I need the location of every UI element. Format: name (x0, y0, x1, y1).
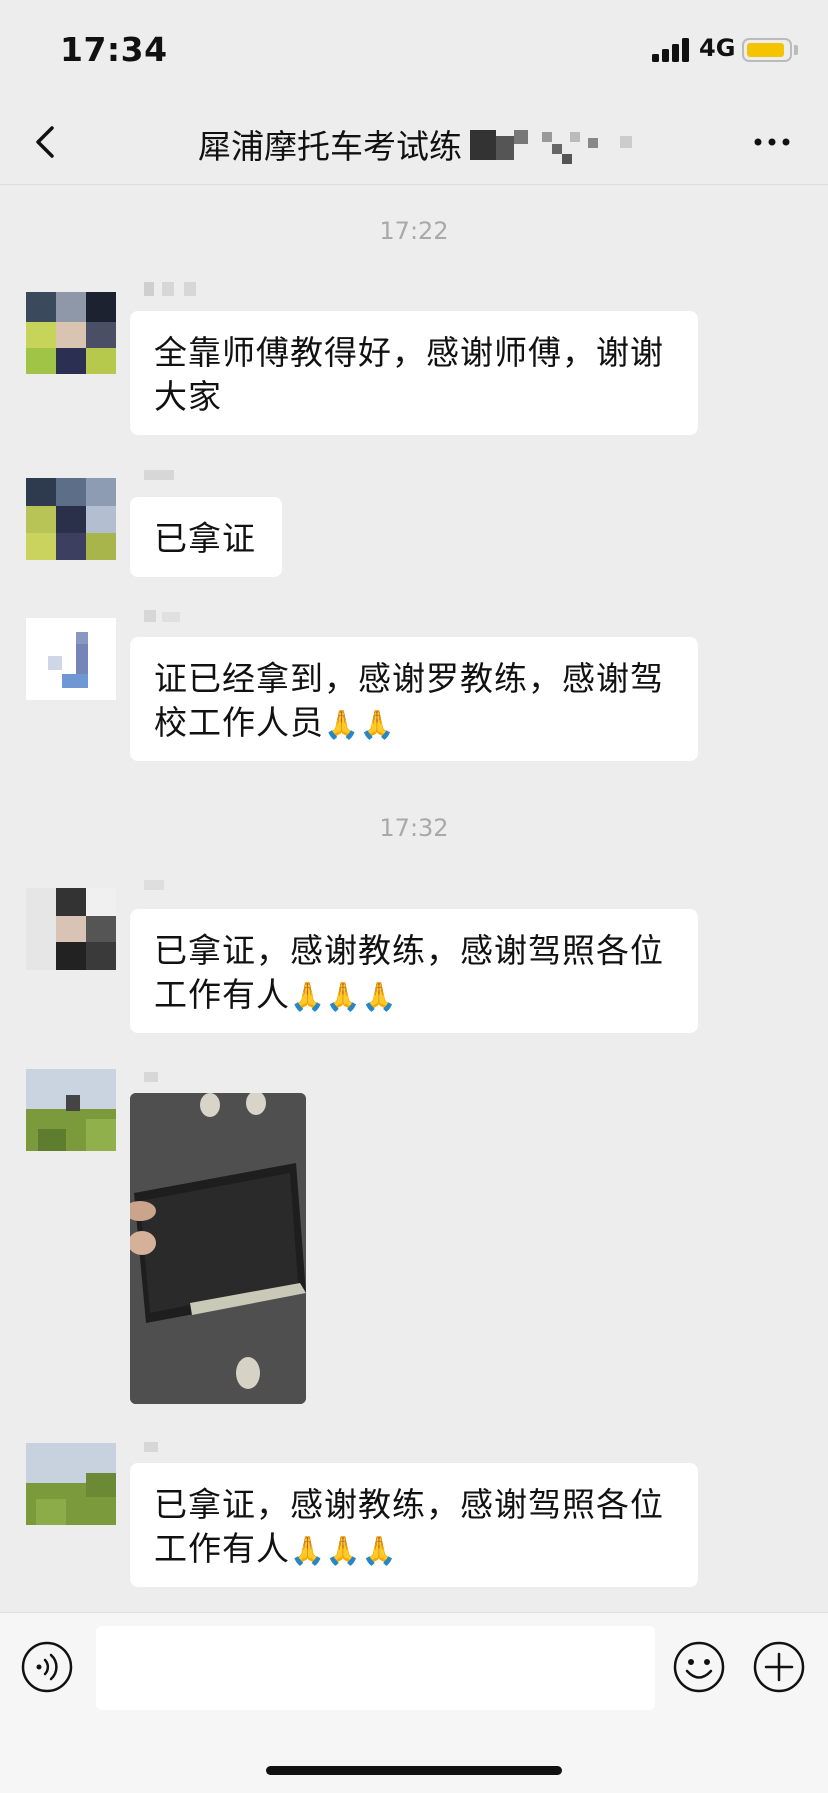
status-time: 17:34 (60, 30, 168, 69)
photo-content (130, 1093, 306, 1404)
sender-name-redacted (140, 1070, 220, 1092)
message-text: 已拿证 (154, 519, 256, 558)
message-text: 已拿证，感谢教练，感谢驾照各位工作有人 (154, 1485, 664, 1568)
voice-icon[interactable] (20, 1640, 74, 1694)
message-input[interactable] (96, 1626, 655, 1710)
pray-hands-icon: 🙏🙏🙏 (290, 1534, 398, 1567)
time-separator: 17:32 (379, 814, 449, 842)
avatar[interactable] (26, 292, 116, 374)
avatar[interactable] (26, 888, 116, 970)
battery-tip (794, 45, 798, 55)
sender-name-redacted (140, 468, 220, 490)
plus-icon[interactable] (752, 1640, 806, 1694)
message-bubble[interactable]: 证已经拿到，感谢罗教练，感谢驾校工作人员🙏🙏 (130, 637, 698, 761)
photo-license-image[interactable] (130, 1093, 306, 1404)
time-separator: 17:22 (379, 217, 449, 245)
home-indicator (266, 1766, 562, 1775)
message-bubble[interactable]: 已拿证 (130, 497, 282, 577)
avatar[interactable] (26, 1443, 116, 1525)
redacted-title-mosaic (470, 130, 632, 164)
chevron-left-icon[interactable] (28, 122, 68, 162)
network-type: 4G (699, 34, 736, 62)
message-bubble[interactable]: 全靠师傅教得好，感谢师傅，谢谢大家 (130, 311, 698, 435)
pray-hands-icon: 🙏🙏 (324, 708, 396, 741)
sender-name-redacted (140, 282, 220, 304)
chat-header: 犀浦摩托车考试练 (0, 100, 828, 185)
status-bar: 17:34 4G (0, 0, 828, 100)
sender-name-redacted (140, 1440, 220, 1462)
message-text: 证已经拿到，感谢罗教练，感谢驾校工作人员 (154, 659, 664, 742)
signal-icon (652, 38, 689, 62)
avatar[interactable] (26, 1069, 116, 1151)
avatar[interactable] (26, 618, 116, 700)
sender-name-redacted (140, 878, 220, 900)
sender-name-redacted (140, 608, 220, 630)
more-dots-icon[interactable] (752, 130, 792, 154)
message-bubble[interactable]: 已拿证，感谢教练，感谢驾照各位工作有人🙏🙏🙏 (130, 909, 698, 1033)
message-text: 全靠师傅教得好，感谢师傅，谢谢大家 (154, 333, 664, 416)
chat-title: 犀浦摩托车考试练 (198, 127, 462, 166)
avatar[interactable] (26, 478, 116, 560)
emoji-icon[interactable] (672, 1640, 726, 1694)
message-text: 已拿证，感谢教练，感谢驾照各位工作有人 (154, 931, 664, 1014)
pray-hands-icon: 🙏🙏🙏 (290, 980, 398, 1013)
message-bubble[interactable]: 已拿证，感谢教练，感谢驾照各位工作有人🙏🙏🙏 (130, 1463, 698, 1587)
battery-icon (742, 38, 792, 62)
